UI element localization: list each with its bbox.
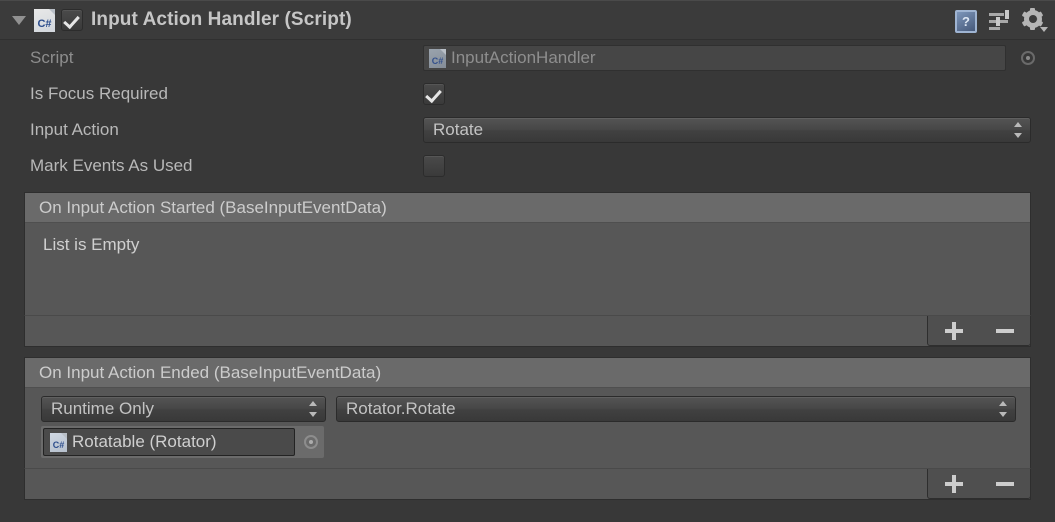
event-list-footer xyxy=(24,315,1031,347)
component-enabled-checkbox[interactable] xyxy=(61,9,83,31)
component-header[interactable]: C# Input Action Handler (Script) ? xyxy=(0,0,1055,40)
event-listener-row: Runtime Only Rotator.Rotate xyxy=(25,388,1030,422)
listener-target-picker-icon[interactable] xyxy=(300,431,322,453)
event-box: On Input Action Started (BaseInputEventD… xyxy=(24,192,1031,315)
property-row-is-focus-required: Is Focus Required xyxy=(0,76,1055,112)
listener-mode-value: Runtime Only xyxy=(51,399,154,418)
empty-list-message: List is Empty xyxy=(43,235,140,254)
input-action-value: Rotate xyxy=(433,120,484,139)
event-body: List is Empty xyxy=(25,223,1030,255)
preset-icon[interactable] xyxy=(989,10,1011,31)
listener-function-value: Rotator.Rotate xyxy=(346,399,456,418)
mark-events-as-used-label: Mark Events As Used xyxy=(30,156,193,175)
event-header: On Input Action Started (BaseInputEventD… xyxy=(25,193,1030,223)
is-focus-required-checkbox[interactable] xyxy=(423,83,445,105)
is-focus-required-label: Is Focus Required xyxy=(30,84,168,103)
script-object-field[interactable]: C# InputActionHandler xyxy=(423,45,1006,71)
help-icon[interactable]: ? xyxy=(955,9,977,33)
script-object-value: InputActionHandler xyxy=(451,48,596,67)
inspector-panel: C# Input Action Handler (Script) ? Scrip… xyxy=(0,0,1055,522)
event-list-footer xyxy=(24,468,1031,500)
listener-mode-dropdown[interactable]: Runtime Only xyxy=(41,396,326,422)
listener-target-object-value: Rotatable (Rotator) xyxy=(72,432,217,451)
event-block-on-input-action-ended: On Input Action Ended (BaseInputEventDat… xyxy=(24,357,1031,500)
listener-target-wrap: C# Rotatable (Rotator) xyxy=(41,426,324,458)
mark-events-as-used-checkbox[interactable] xyxy=(423,155,445,177)
event-header: On Input Action Ended (BaseInputEventDat… xyxy=(25,358,1030,388)
csharp-script-icon: C# xyxy=(50,432,67,452)
component-title: Input Action Handler (Script) xyxy=(91,9,352,30)
listener-function-dropdown[interactable]: Rotator.Rotate xyxy=(336,396,1016,422)
list-controls xyxy=(927,469,1031,499)
property-row-input-action: Input Action Rotate xyxy=(0,112,1055,148)
csharp-script-icon: C# xyxy=(429,48,446,68)
listener-target-object-field[interactable]: C# Rotatable (Rotator) xyxy=(43,428,295,456)
input-action-label: Input Action xyxy=(30,120,119,139)
chevron-down-icon xyxy=(1040,27,1048,32)
script-object-picker-icon[interactable] xyxy=(1017,47,1039,69)
gear-icon[interactable] xyxy=(1021,8,1048,33)
chevron-updown-icon xyxy=(307,400,319,418)
csharp-script-icon: C# xyxy=(34,8,55,32)
add-listener-button[interactable] xyxy=(937,318,971,344)
chevron-updown-icon xyxy=(997,400,1009,418)
input-action-dropdown[interactable]: Rotate xyxy=(423,117,1031,143)
foldout-toggle[interactable] xyxy=(8,9,30,31)
event-body: Runtime Only Rotator.Rotate C# Rotatable… xyxy=(25,388,1030,468)
script-label: Script xyxy=(30,48,74,67)
remove-listener-button[interactable] xyxy=(988,471,1022,497)
chevron-down-icon xyxy=(12,15,26,25)
chevron-updown-icon xyxy=(1012,121,1024,139)
event-box: On Input Action Ended (BaseInputEventDat… xyxy=(24,357,1031,468)
property-row-script: Script C# InputActionHandler xyxy=(0,40,1055,76)
header-icon-group: ? xyxy=(955,1,1048,41)
list-controls xyxy=(927,316,1031,346)
add-listener-button[interactable] xyxy=(937,471,971,497)
event-listener-target-row: C# Rotatable (Rotator) xyxy=(25,422,1030,468)
event-block-on-input-action-started: On Input Action Started (BaseInputEventD… xyxy=(24,192,1031,347)
remove-listener-button[interactable] xyxy=(988,318,1022,344)
property-row-mark-events-as-used: Mark Events As Used xyxy=(0,148,1055,184)
